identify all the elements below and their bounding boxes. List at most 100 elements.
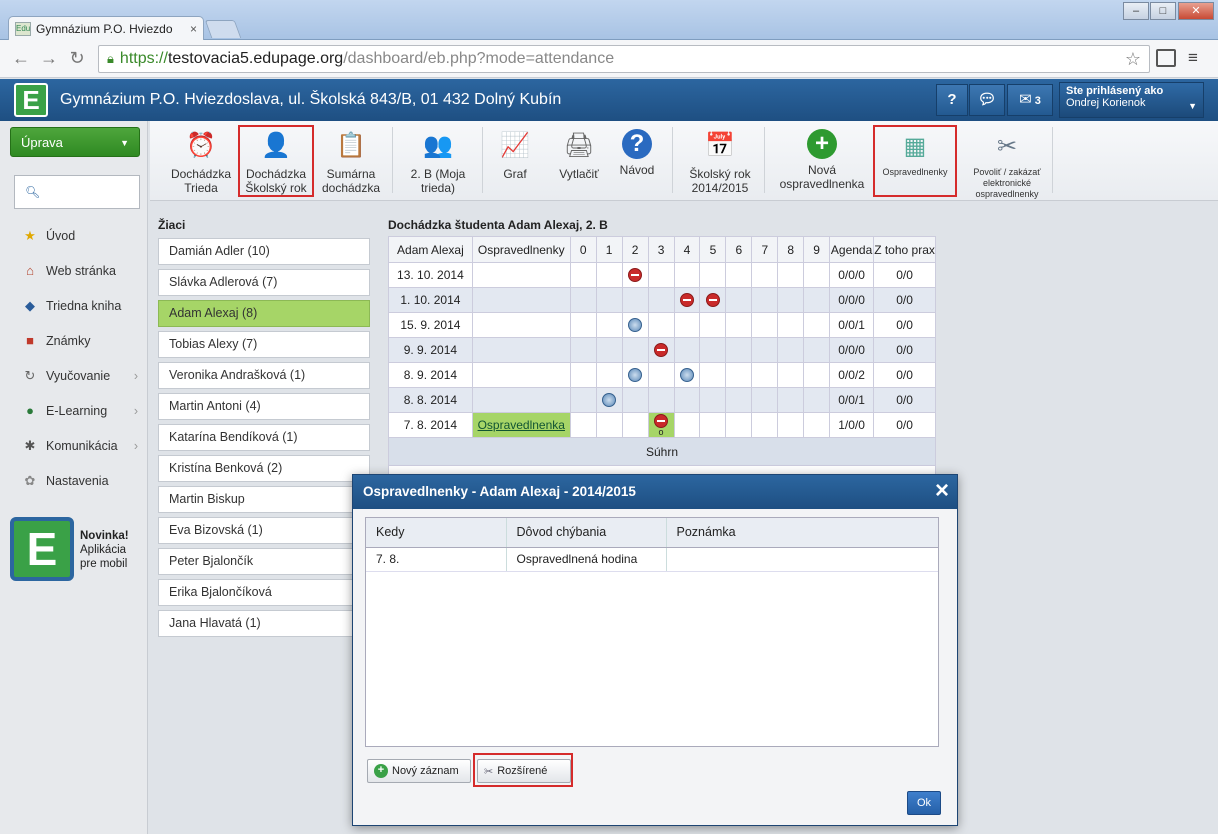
lesson-cell[interactable] (699, 362, 727, 388)
new-excuse-button[interactable]: + Nová ospravedlnenka (770, 125, 874, 197)
lesson-cell[interactable] (569, 337, 597, 363)
lesson-cell[interactable] (673, 337, 701, 363)
lesson-cell[interactable] (621, 262, 649, 288)
lesson-cell[interactable] (569, 262, 597, 288)
lesson-cell[interactable] (673, 287, 701, 313)
lesson-cell[interactable] (699, 387, 727, 413)
lesson-cell[interactable] (569, 362, 597, 388)
lesson-cell[interactable] (621, 287, 649, 313)
student-item[interactable]: Eva Bizovská (1) (158, 517, 370, 544)
edupage-logo[interactable]: E (14, 83, 48, 117)
lesson-cell[interactable] (699, 412, 727, 438)
guide-button[interactable]: ? Návod (612, 125, 662, 197)
student-item[interactable]: Erika Bjalončíková (158, 579, 370, 606)
lesson-cell[interactable] (569, 387, 597, 413)
excuses-button[interactable]: ▦ Ospravedlnenky (873, 125, 957, 197)
new-tab-button[interactable] (204, 20, 242, 38)
lesson-cell[interactable] (673, 362, 701, 388)
lesson-cell[interactable] (621, 312, 649, 338)
lesson-cell[interactable] (647, 362, 675, 388)
table-row[interactable]: 8. 8. 2014 0/0/1 0/0 (388, 387, 936, 413)
lesson-cell[interactable] (569, 287, 597, 313)
lesson-cell[interactable] (673, 387, 701, 413)
lesson-cell[interactable] (725, 387, 753, 413)
lesson-cell[interactable] (751, 362, 779, 388)
excuse-cell[interactable]: Ospravedlnenka (471, 412, 571, 438)
lesson-cell[interactable] (621, 412, 649, 438)
lesson-cell[interactable] (699, 262, 727, 288)
lesson-cell[interactable] (621, 337, 649, 363)
table-row[interactable]: 1. 10. 2014 0/0/0 0/0 (388, 287, 936, 313)
lesson-cell[interactable] (569, 412, 597, 438)
lesson-cell[interactable] (803, 387, 831, 413)
tab-close-icon[interactable]: × (190, 22, 197, 36)
lesson-cell[interactable] (803, 412, 831, 438)
close-window-button[interactable]: ✕ (1178, 2, 1214, 20)
lesson-cell[interactable] (725, 262, 753, 288)
lesson-cell[interactable] (699, 337, 727, 363)
attendance-school-year-button[interactable]: 👤 Dochádzka Školský rok (238, 125, 314, 197)
lesson-cell[interactable]: o (647, 412, 675, 438)
lesson-cell[interactable] (699, 312, 727, 338)
lesson-cell[interactable] (595, 387, 623, 413)
student-item[interactable]: Slávka Adlerová (7) (158, 269, 370, 296)
lesson-cell[interactable] (777, 262, 805, 288)
lesson-cell[interactable] (647, 287, 675, 313)
toggle-electronic-excuses-button[interactable]: ✂ Povoliť / zakázať elektronické ospravedln… (962, 125, 1052, 199)
lesson-cell[interactable] (777, 387, 805, 413)
edit-button[interactable]: Úprava ▼ (10, 127, 140, 157)
mobile-app-promo[interactable]: E Novinka! Aplikácia pre mobil (10, 517, 140, 583)
sidebar-item-web-str-nka[interactable]: ⌂ Web stránka (0, 255, 148, 287)
advanced-button[interactable]: ✂ Rozšírené (477, 759, 571, 783)
lesson-cell[interactable] (569, 312, 597, 338)
reload-icon[interactable]: ↻ (66, 48, 88, 69)
student-item[interactable]: Martin Antoni (4) (158, 393, 370, 420)
table-row[interactable]: 15. 9. 2014 0/0/1 0/0 (388, 312, 936, 338)
student-item[interactable]: Martin Biskup (158, 486, 370, 513)
lesson-cell[interactable] (595, 412, 623, 438)
lesson-cell[interactable] (777, 312, 805, 338)
sidebar-search-input[interactable]: 🔍︎ (14, 175, 140, 209)
lesson-cell[interactable] (673, 312, 701, 338)
sidebar-item-e-learning[interactable]: ● E-Learning › (0, 395, 148, 427)
lesson-cell[interactable] (777, 412, 805, 438)
menu-icon[interactable]: ≡ (1188, 48, 1198, 68)
graph-button[interactable]: 📈 Graf (486, 125, 544, 197)
lesson-cell[interactable] (647, 387, 675, 413)
lesson-cell[interactable] (699, 287, 727, 313)
lesson-cell[interactable] (751, 337, 779, 363)
lesson-cell[interactable] (725, 362, 753, 388)
sidebar-item-vyu-ovanie[interactable]: ↻ Vyučovanie › (0, 360, 148, 392)
lesson-cell[interactable] (751, 312, 779, 338)
maximize-button[interactable]: □ (1150, 2, 1176, 20)
browser-tab[interactable]: Edu Gymnázium P.O. Hviezdo × (8, 16, 204, 40)
student-item[interactable]: Peter Bjalončík (158, 548, 370, 575)
print-button[interactable]: 🖨 Vytlačiť (548, 125, 610, 197)
table-row[interactable]: 7. 8. 2014 Ospravedlnenka o 1/0/0 0/0 (388, 412, 936, 438)
col-note[interactable]: Poznámka (666, 518, 938, 548)
lesson-cell[interactable] (751, 287, 779, 313)
lesson-cell[interactable] (777, 362, 805, 388)
sidebar-item-zn-mky[interactable]: ■ Známky (0, 325, 148, 357)
sidebar-item-komunik-cia[interactable]: ✱ Komunikácia › (0, 430, 148, 462)
sidebar-item-nastavenia[interactable]: ✿ Nastavenia (0, 465, 148, 497)
table-row[interactable]: 13. 10. 2014 0/0/0 0/0 (388, 262, 936, 288)
lesson-cell[interactable] (673, 412, 701, 438)
lesson-cell[interactable] (595, 287, 623, 313)
student-item[interactable]: Damián Adler (10) (158, 238, 370, 265)
student-item[interactable]: Tobias Alexy (7) (158, 331, 370, 358)
lesson-cell[interactable] (777, 287, 805, 313)
lesson-cell[interactable] (751, 387, 779, 413)
lesson-cell[interactable] (673, 262, 701, 288)
lesson-cell[interactable] (803, 362, 831, 388)
user-menu[interactable]: Ste prihlásený ako Ondrej Korienok ▼ (1059, 82, 1204, 118)
student-item[interactable]: Jana Hlavatá (1) (158, 610, 370, 637)
messages-button[interactable]: ✉ 3 (1007, 84, 1053, 116)
table-row[interactable]: 7. 8. Ospravedlnená hodina (366, 547, 938, 572)
cast-icon[interactable] (1156, 49, 1176, 67)
table-row[interactable]: 9. 9. 2014 0/0/0 0/0 (388, 337, 936, 363)
student-item[interactable]: Adam Alexaj (8) (158, 300, 370, 327)
school-year-button[interactable]: 📅 Školský rok 2014/2015 (680, 125, 760, 197)
sidebar-item-triedna-kniha[interactable]: ◆ Triedna kniha (0, 290, 148, 322)
lesson-cell[interactable] (725, 287, 753, 313)
